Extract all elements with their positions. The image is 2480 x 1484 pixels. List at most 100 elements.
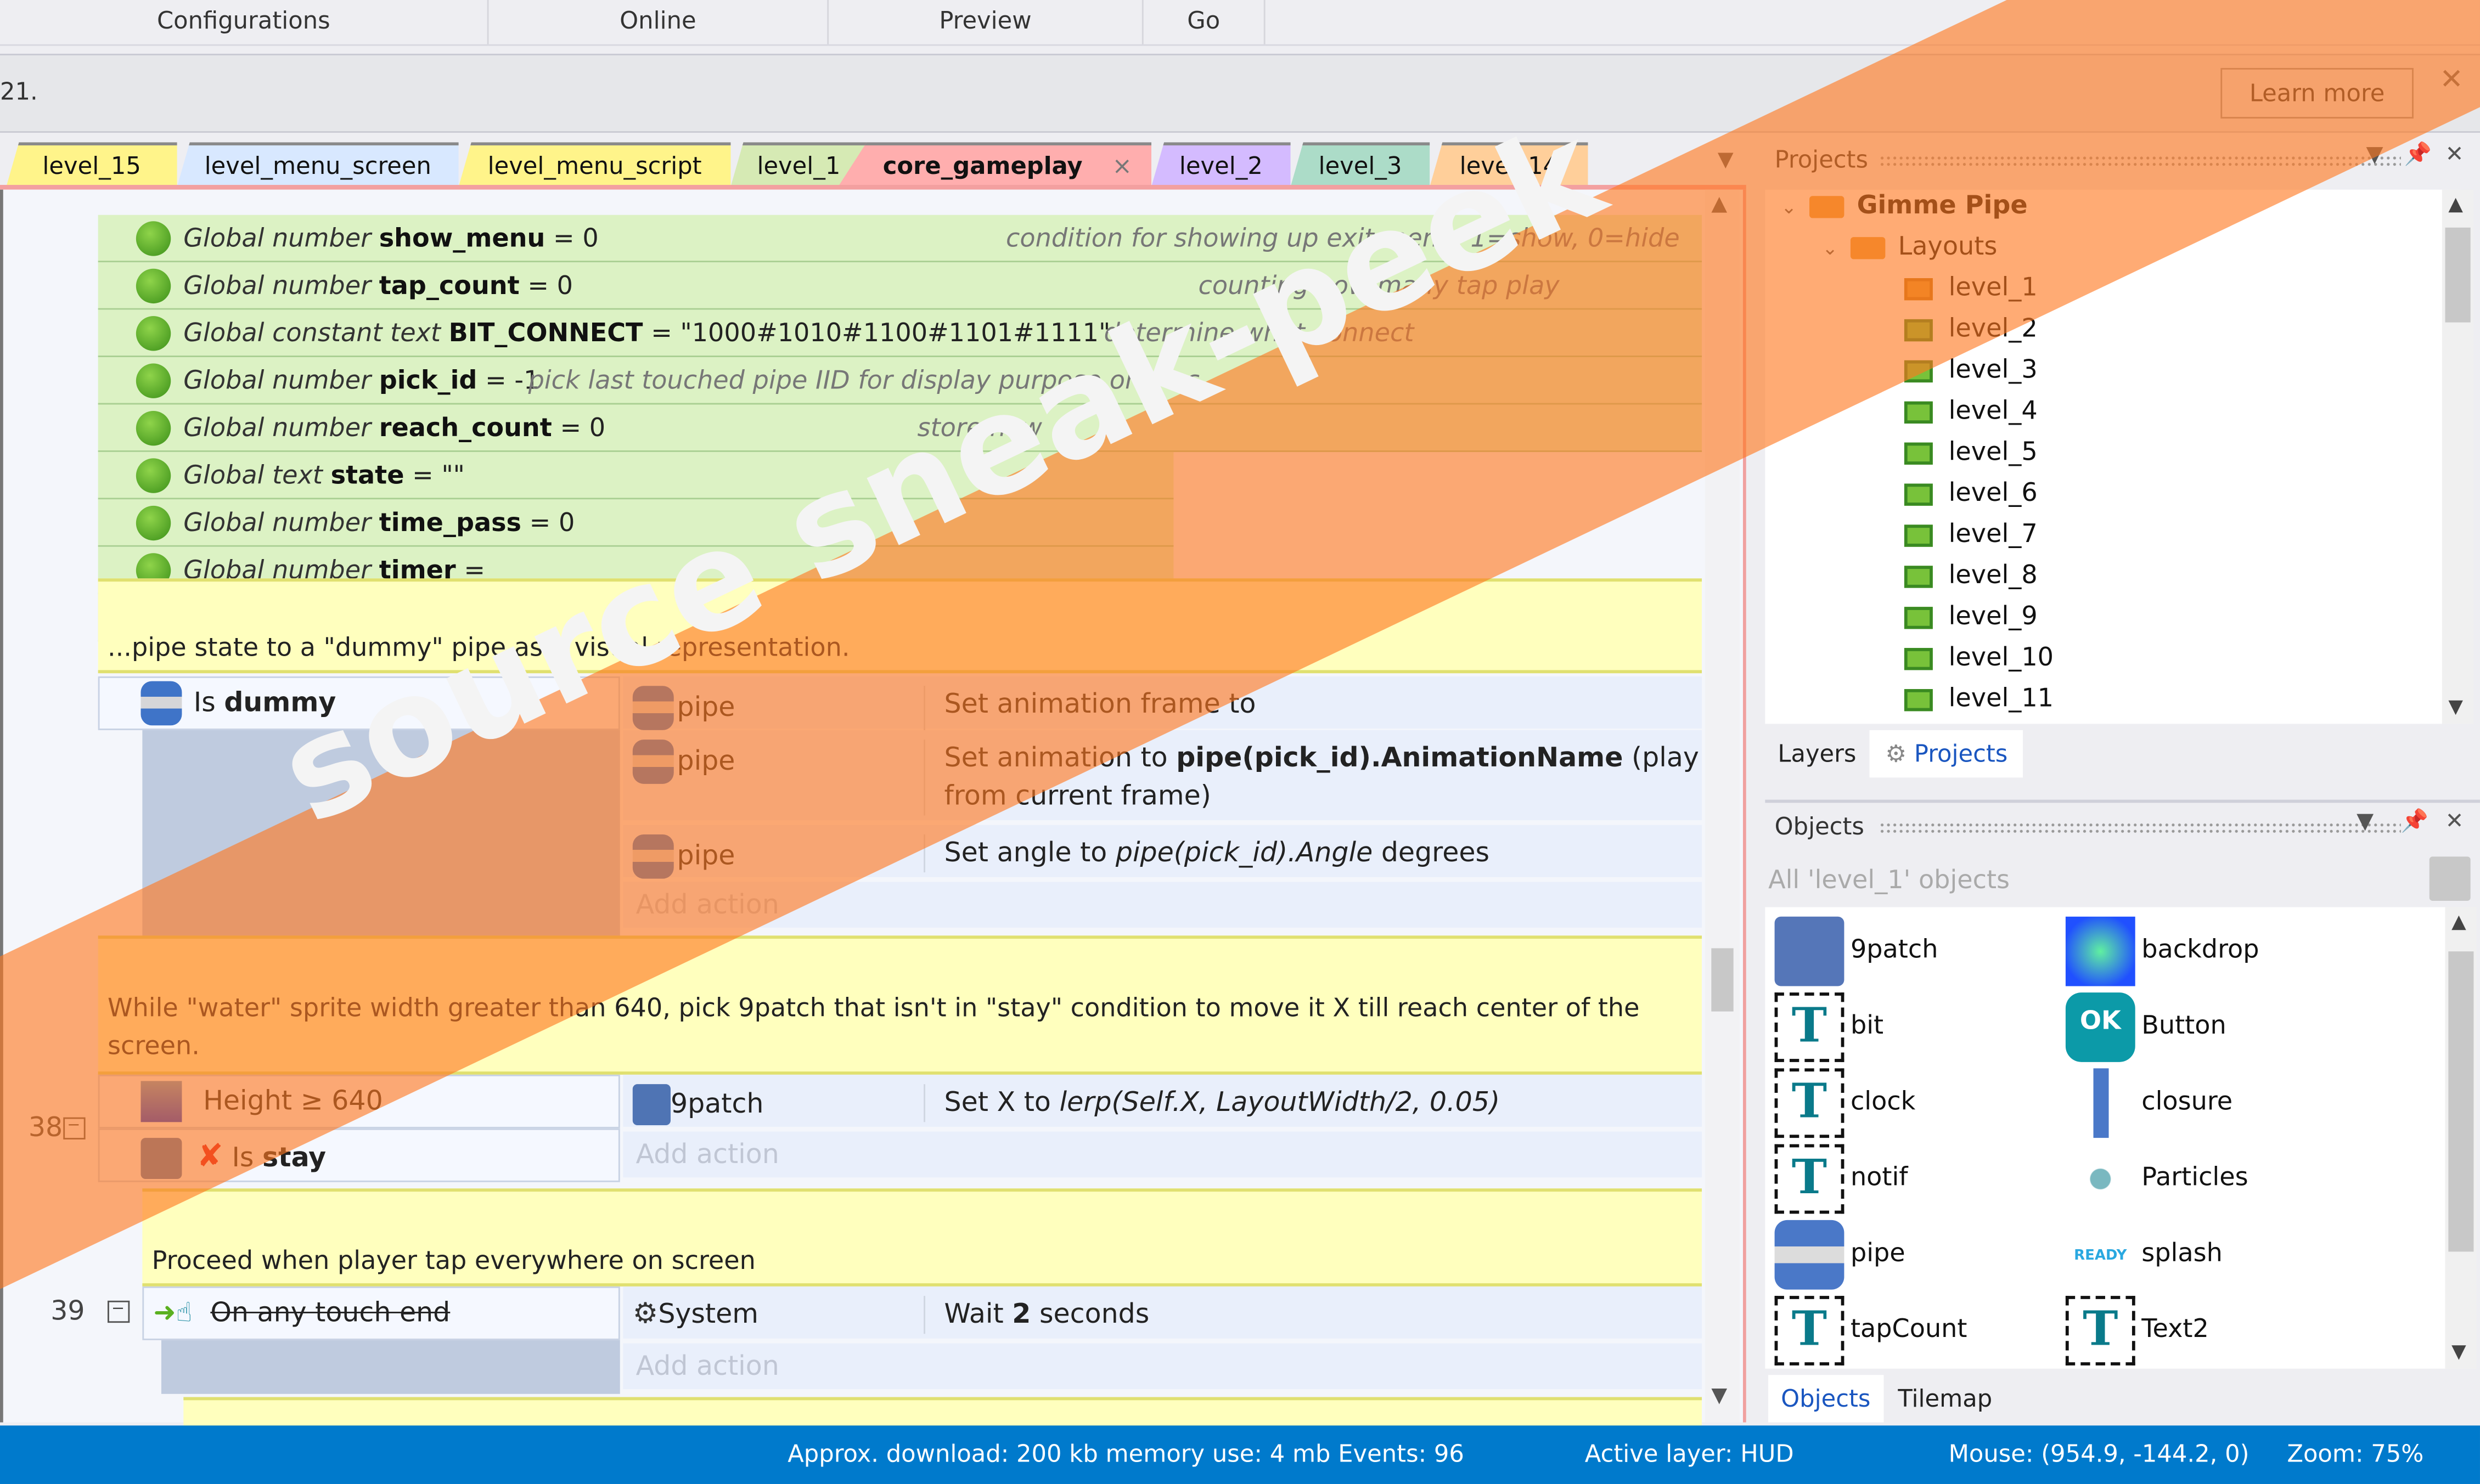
var-value: = "" [412,460,465,490]
layout-icon [1904,483,1933,505]
condition-text: On any touch end [210,1297,451,1329]
action-text-rest: seconds [1031,1299,1150,1331]
layout-name: level_10 [1948,641,2054,672]
close-icon[interactable]: ✕ [2445,142,2464,167]
splash-icon: READY [2074,1248,2127,1264]
scroll-thumb[interactable] [2448,951,2474,1252]
object-list-scrollbar[interactable]: ▲ ▼ [2445,907,2477,1369]
tab-level-menu-screen[interactable]: level_menu_screen [177,142,459,187]
add-action-button[interactable]: Add action [623,1131,1702,1180]
layout-icon [1904,688,1933,710]
globe-icon [136,316,171,351]
layout-name: level_5 [1948,436,2038,466]
object-name: notif [1850,1161,1908,1192]
globe-icon [136,410,171,446]
object-name: pipe [1850,1237,1905,1268]
tab-close-icon[interactable]: × [1112,152,1132,180]
object-item[interactable]: backdrop [2065,913,2259,986]
menu-online[interactable]: Online [489,0,829,44]
tree-layout-item[interactable]: level_7 [1904,518,2038,549]
tab-level-menu-script[interactable]: level_menu_script [458,142,731,187]
layout-name: level_8 [1948,559,2038,590]
object-item[interactable]: Text2 [2065,1293,2209,1365]
close-icon[interactable]: ✕ [2445,809,2464,834]
object-item[interactable]: READY splash [2066,1217,2223,1290]
panel-grip[interactable] [1879,821,2401,835]
menu-preview[interactable]: Preview [829,0,1144,44]
action-text: Set angle to [944,837,1116,870]
layout-name: level_9 [1948,600,2038,631]
object-item[interactable]: Particles [2065,1141,2248,1214]
tree-layout-item[interactable]: level_8 [1904,560,2038,590]
globe-icon [136,363,171,398]
object-item[interactable]: closure [2065,1065,2232,1138]
tab-level-2[interactable]: level_2 [1151,142,1291,187]
scroll-thumb[interactable] [2445,227,2471,323]
menu-configurations[interactable]: Configurations [0,0,489,44]
layout-icon [1904,565,1933,588]
var-kind: Global number [183,270,372,301]
action-row[interactable]: 9patch Set X to lerp(Self.X, LayoutWidth… [623,1074,1702,1128]
var-name: BIT_CONNECT [448,318,643,348]
object-item[interactable]: clock [1774,1065,1915,1138]
panel-menu-icon[interactable]: ▼ [2357,809,2374,834]
scroll-down-icon[interactable]: ▼ [2448,696,2463,718]
object-item[interactable]: bit [1774,989,1883,1062]
object-item[interactable]: pipe [1774,1217,1905,1290]
tree-layout-item[interactable]: level_6 [1904,477,2038,507]
tab-objects[interactable]: Objects [1768,1375,1883,1423]
tree-layout-item[interactable]: level_11 [1904,682,2054,713]
scroll-up-icon[interactable]: ▲ [2448,193,2463,215]
filter-placeholder: All 'level_1' objects [1768,864,2010,895]
event-comment[interactable]: Proceed when player tap everywhere on sc… [142,1188,1702,1286]
status-bar: Approx. download: 200 kb memory use: 4 m… [0,1425,2480,1484]
scroll-down-icon[interactable]: ▼ [2451,1340,2466,1362]
var-name: pick_id [379,365,477,396]
object-item[interactable]: OK Button [2065,989,2226,1062]
event-comment[interactable] [183,1397,1702,1429]
scroll-down-icon[interactable]: ▼ [1711,1384,1727,1408]
object-item[interactable]: notif [1774,1141,1908,1214]
9patch-icon [1774,916,1844,986]
tab-label: core_gameplay [882,151,1083,180]
tab-label: Objects [1781,1384,1871,1413]
layout-name: level_3 [1948,354,2038,385]
tree-scrollbar[interactable]: ▲ ▼ [2442,189,2474,724]
collapse-icon[interactable]: − [106,1300,130,1323]
tab-tilemap[interactable]: Tilemap [1898,1375,1992,1422]
add-action-button[interactable]: Add action [623,1343,1702,1391]
object-item[interactable]: tapCount [1774,1293,1967,1365]
tab-layers[interactable]: Layers [1778,730,1856,777]
tab-projects[interactable]: ⚙ Projects [1869,730,2024,778]
layout-icon [1904,606,1933,629]
pin-icon[interactable]: 📌 [2401,809,2428,834]
scroll-up-icon[interactable]: ▲ [2451,910,2466,932]
layout-icon [1904,442,1933,464]
tree-layout-item[interactable]: level_5 [1904,436,2038,466]
object-filter-input[interactable]: All 'level_1' objects [1768,860,2423,901]
condition-on-touch-end[interactable]: ➜☝ On any touch end [142,1286,620,1340]
status-zoom: Zoom: 75% [2287,1440,2424,1469]
tab-level-15[interactable]: level_15 [6,142,177,187]
comment-text: Proceed when player tap everywhere on sc… [151,1245,756,1276]
object-item[interactable]: 9patch [1774,913,1938,986]
tree-layout-item[interactable]: level_10 [1904,642,2054,672]
action-param: lerp(Self.X, LayoutWidth/2, 0.05) [1059,1087,1500,1119]
scroll-thumb[interactable] [1711,948,1734,1012]
layout-icon [1904,400,1933,423]
tree-layout-item[interactable]: level_9 [1904,600,2038,631]
status-active-layer: Active layer: HUD [1584,1440,1794,1469]
up-folder-icon[interactable] [2429,856,2471,901]
pin-icon[interactable]: 📌 [2404,142,2432,167]
text-icon [1774,1067,1844,1137]
var-value: = 0 [560,412,606,443]
action-text: Wait [944,1299,1013,1331]
add-action-label: Add action [636,1139,779,1171]
action-row[interactable]: ⚙System Wait 2 seconds [623,1286,1702,1340]
tab-label: level_menu_screen [204,151,431,180]
panel-title: Objects [1774,812,1864,841]
tab-core-gameplay[interactable]: core_gameplay × [838,142,1152,187]
menu-go[interactable]: Go [1144,0,1266,44]
tree-layout-item[interactable]: level_4 [1904,395,2038,425]
object-name: Button [2141,1009,2226,1040]
